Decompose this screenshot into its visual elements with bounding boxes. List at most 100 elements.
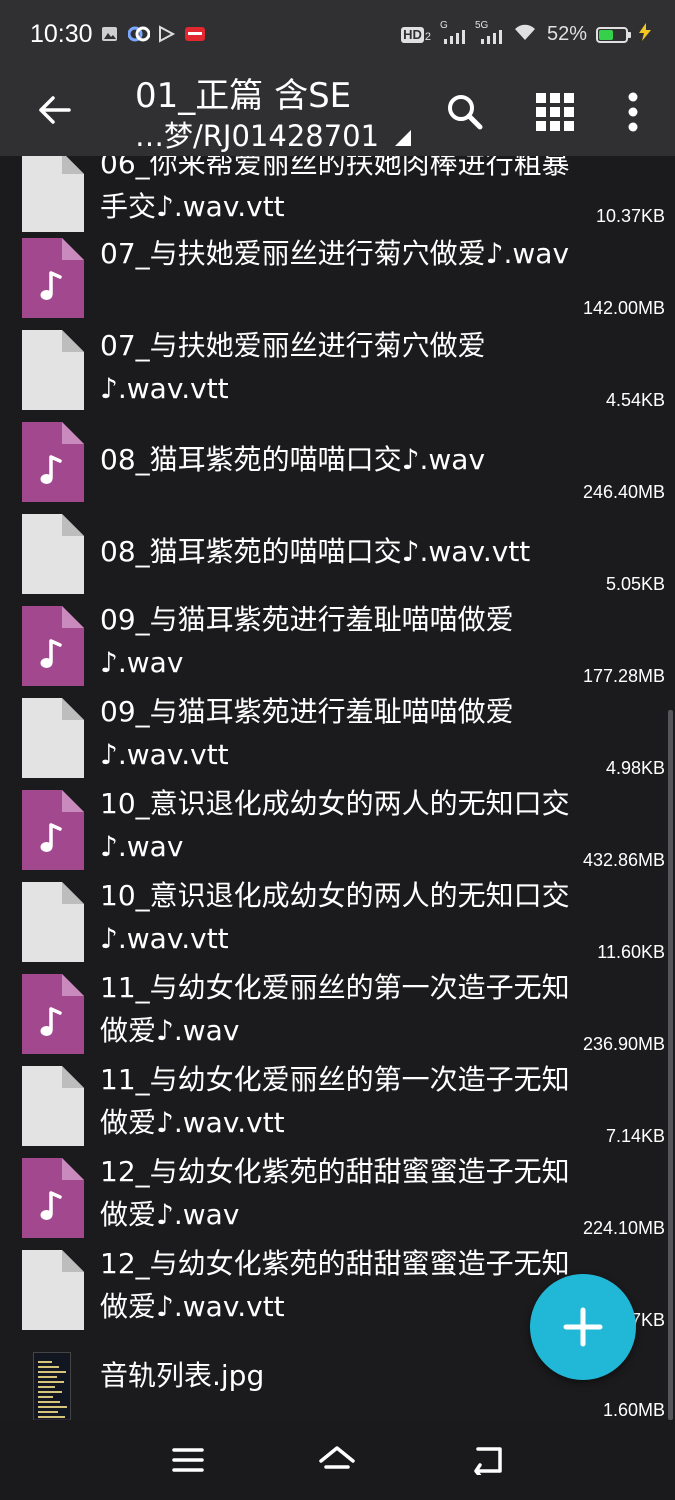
file-size: 7KB bbox=[630, 1310, 665, 1330]
file-name: 08_猫耳紫苑的喵喵口交♪.wav bbox=[100, 443, 486, 476]
document-file-icon bbox=[22, 514, 84, 594]
document-file-icon bbox=[22, 156, 84, 232]
play-notification-icon bbox=[156, 24, 176, 44]
document-file-icon bbox=[22, 330, 84, 410]
red-app-notification-icon bbox=[184, 24, 205, 44]
thumbnail-line bbox=[38, 1376, 57, 1378]
file-row[interactable]: 11_与幼女化爱丽丝的第一次造子无知做爱♪.wav.vtt 7.14KB bbox=[0, 1060, 675, 1152]
file-row[interactable]: 07_与扶她爱丽丝进行菊穴做爱♪.wav 142.00MB bbox=[0, 232, 675, 324]
file-size: 224.10MB bbox=[582, 1218, 665, 1238]
file-list[interactable]: 06_你来帮爱丽丝的扶她肉棒进行粗暴手交♪.wav.vtt 10.37KB 07_与… bbox=[0, 156, 675, 1420]
wifi-icon bbox=[512, 22, 538, 47]
folder-path[interactable]: …梦/RJ01428701 bbox=[135, 113, 379, 155]
battery-icon bbox=[596, 26, 631, 43]
file-size: 432.86MB bbox=[582, 850, 665, 870]
thumbnail-line bbox=[38, 1361, 52, 1363]
path-dropdown-icon[interactable] bbox=[393, 128, 413, 148]
file-size: 7.14KB bbox=[605, 1126, 665, 1146]
file-size: 142.00MB bbox=[582, 298, 665, 318]
search-button[interactable] bbox=[435, 82, 495, 142]
file-row[interactable]: 07_与扶她爱丽丝进行菊穴做爱♪.wav.vtt 4.54KB bbox=[0, 324, 675, 416]
file-row[interactable]: 10_意识退化成幼女的两人的无知口交♪.wav.vtt 11.60KB bbox=[0, 876, 675, 968]
file-size: 236.90MB bbox=[582, 1034, 665, 1054]
audio-file-icon bbox=[22, 1158, 84, 1238]
network-g-label: G bbox=[439, 19, 448, 31]
nav-menu-button[interactable] bbox=[158, 1438, 218, 1482]
thumbnail-line bbox=[38, 1401, 60, 1403]
file-row[interactable]: 12_与幼女化紫苑的甜甜蜜蜜造子无知做爱♪.wav 224.10MB bbox=[0, 1152, 675, 1244]
home-icon bbox=[319, 1446, 355, 1469]
file-row[interactable]: 10_意识退化成幼女的两人的无知口交♪.wav 432.86MB bbox=[0, 784, 675, 876]
document-file-icon bbox=[22, 698, 84, 778]
audio-file-icon bbox=[22, 238, 84, 318]
menu-icon bbox=[172, 1448, 204, 1472]
thumbnail-line bbox=[38, 1406, 67, 1408]
audio-file-icon bbox=[22, 606, 84, 686]
hd-icon: HD 2 bbox=[401, 26, 431, 43]
add-fab-button[interactable] bbox=[530, 1274, 636, 1380]
hd-sub-label: 2 bbox=[424, 30, 431, 43]
file-size: 4.98KB bbox=[605, 758, 665, 778]
file-name: 音轨列表.jpg bbox=[100, 1359, 265, 1392]
file-name: 07_与扶她爱丽丝进行菊穴做爱♪.wav.vtt bbox=[100, 329, 486, 405]
file-name: 10_意识退化成幼女的两人的无知口交♪.wav.vtt bbox=[100, 879, 570, 955]
signal-5g-icon: 5G bbox=[475, 20, 503, 45]
hd-label: HD bbox=[401, 26, 424, 43]
audio-file-icon bbox=[22, 422, 84, 502]
document-file-icon bbox=[22, 882, 84, 962]
folder-title: 01_正篇 含SE bbox=[135, 76, 352, 116]
file-row[interactable]: 09_与猫耳紫苑进行羞耻喵喵做爱♪.wav 177.28MB bbox=[0, 600, 675, 692]
file-name: 11_与幼女化爱丽丝的第一次造子无知做爱♪.wav bbox=[100, 971, 570, 1047]
app-notification-icon bbox=[127, 24, 151, 44]
image-thumbnail bbox=[33, 1352, 71, 1420]
status-time: 10:30 bbox=[30, 20, 93, 48]
file-name: 06_你来帮爱丽丝的扶她肉棒进行粗暴手交♪.wav.vtt bbox=[100, 156, 570, 223]
thumbnail-line bbox=[38, 1381, 64, 1383]
thumbnail-line bbox=[38, 1371, 66, 1373]
grid-view-icon bbox=[536, 93, 574, 131]
signal-icon: G bbox=[440, 20, 466, 45]
file-name: 11_与幼女化爱丽丝的第一次造子无知做爱♪.wav.vtt bbox=[100, 1063, 570, 1139]
file-size: 4.54KB bbox=[605, 390, 665, 410]
thumbnail-line bbox=[38, 1416, 65, 1418]
search-icon bbox=[448, 95, 483, 130]
thumbnail-line bbox=[38, 1391, 62, 1393]
file-row[interactable]: 11_与幼女化爱丽丝的第一次造子无知做爱♪.wav 236.90MB bbox=[0, 968, 675, 1060]
nav-home-button[interactable] bbox=[307, 1438, 367, 1482]
file-row[interactable]: 08_猫耳紫苑的喵喵口交♪.wav.vtt 5.05KB bbox=[0, 508, 675, 600]
document-file-icon bbox=[22, 1066, 84, 1146]
file-name: 07_与扶她爱丽丝进行菊穴做爱♪.wav bbox=[100, 237, 570, 270]
system-nav-bar bbox=[0, 1420, 675, 1500]
more-options-button[interactable] bbox=[603, 82, 663, 142]
back-icon bbox=[474, 1447, 502, 1475]
file-size: 246.40MB bbox=[582, 482, 665, 502]
network-5g-label: 5G bbox=[474, 19, 489, 31]
file-row[interactable]: 06_你来帮爱丽丝的扶她肉棒进行粗暴手交♪.wav.vtt 10.37KB bbox=[0, 156, 675, 238]
status-bar: 10:30 HD 2 G 5G 52% bbox=[0, 0, 675, 68]
file-name: 12_与幼女化紫苑的甜甜蜜蜜造子无知做爱♪.wav.vtt bbox=[100, 1247, 570, 1323]
document-file-icon bbox=[22, 1250, 84, 1330]
file-row[interactable]: 09_与猫耳紫苑进行羞耻喵喵做爱♪.wav.vtt 4.98KB bbox=[0, 692, 675, 784]
file-size: 5.05KB bbox=[605, 574, 665, 594]
app-bar: 01_正篇 含SE …梦/RJ01428701 bbox=[0, 68, 675, 156]
file-name: 09_与猫耳紫苑进行羞耻喵喵做爱♪.wav.vtt bbox=[100, 695, 514, 771]
arrow-left-icon bbox=[39, 96, 71, 124]
file-size: 10.37KB bbox=[595, 206, 665, 226]
charging-icon bbox=[637, 22, 653, 47]
file-name: 08_猫耳紫苑的喵喵口交♪.wav.vtt bbox=[100, 535, 531, 568]
notification-icons bbox=[100, 24, 205, 44]
file-name: 09_与猫耳紫苑进行羞耻喵喵做爱♪.wav bbox=[100, 603, 514, 679]
view-mode-button[interactable] bbox=[525, 82, 585, 142]
nav-back-button[interactable] bbox=[458, 1438, 518, 1482]
back-button[interactable] bbox=[26, 82, 82, 138]
file-row[interactable]: 08_猫耳紫苑的喵喵口交♪.wav 246.40MB bbox=[0, 416, 675, 508]
battery-level bbox=[599, 29, 613, 40]
file-name: 10_意识退化成幼女的两人的无知口交♪.wav bbox=[100, 787, 570, 863]
thumbnail-line bbox=[38, 1411, 58, 1413]
audio-file-icon bbox=[22, 974, 84, 1054]
scrollbar[interactable] bbox=[668, 710, 673, 1420]
thumbnail-line bbox=[38, 1396, 53, 1398]
thumbnail-line bbox=[38, 1386, 55, 1388]
thumbnail-line bbox=[38, 1366, 59, 1368]
file-size: 177.28MB bbox=[582, 666, 665, 686]
